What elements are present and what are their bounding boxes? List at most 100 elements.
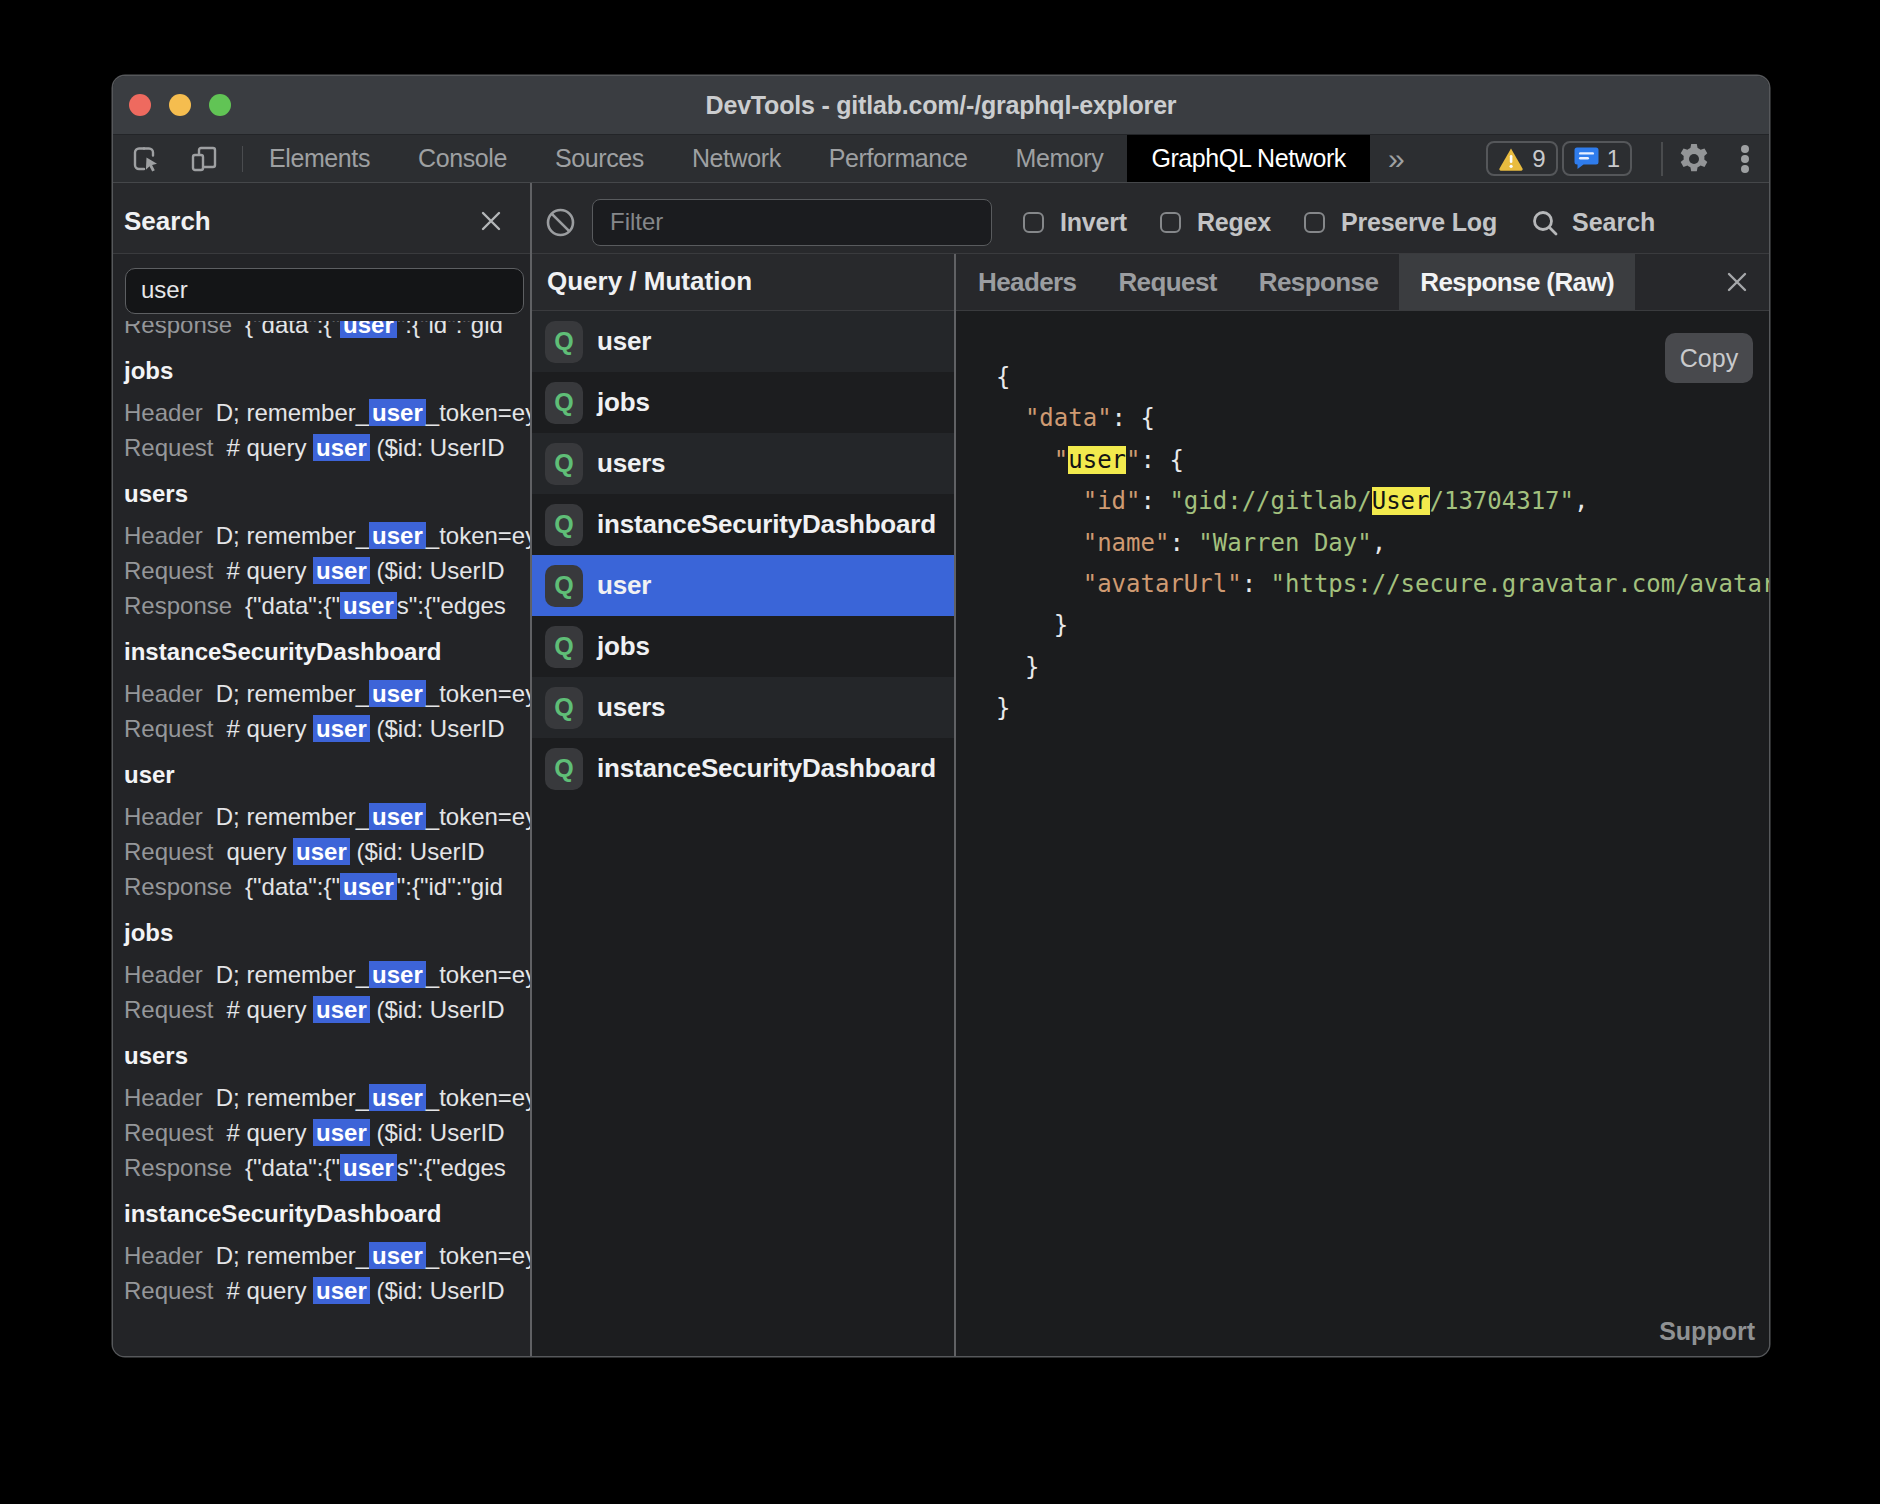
search-result-row[interactable]: HeaderD; remember_user_token=eyJhbGc <box>124 676 530 711</box>
search-panel-close-icon[interactable] <box>478 208 504 234</box>
search-result-label: Header <box>124 1084 203 1111</box>
json-line: } <box>996 605 1769 646</box>
tab-graphql-network[interactable]: GraphQL Network <box>1127 135 1370 182</box>
search-result-row[interactable]: Response{"data":{"users":{"edges <box>124 588 530 623</box>
kebab-menu-icon[interactable] <box>1735 142 1755 176</box>
query-row-label: user <box>597 570 651 601</box>
detail-tab-headers[interactable]: Headers <box>957 254 1097 310</box>
search-result-row[interactable]: Response {"data":{"user":{"id":"gid <box>124 321 530 342</box>
checkbox-box[interactable] <box>1023 212 1044 233</box>
raw-json[interactable]: { "data": { "user": { "id": "gid://gitla… <box>956 311 1769 1356</box>
search-result-label: Request <box>124 1277 213 1304</box>
detail-tab-request[interactable]: Request <box>1097 254 1237 310</box>
search-result-row[interactable]: Response{"data":{"user":{"id":"gid <box>124 869 530 904</box>
search-result-content: D; remember_user_token=eyJhbGc <box>216 1084 530 1111</box>
checkbox-box[interactable] <box>1160 212 1181 233</box>
query-row-instanceSecurityDashboard[interactable]: QinstanceSecurityDashboard <box>532 494 954 555</box>
search-result-group-title: users <box>124 476 530 511</box>
query-row-label: users <box>597 448 665 479</box>
search-result-group-title: instanceSecurityDashboard <box>124 1196 530 1231</box>
clear-icon[interactable] <box>545 207 576 238</box>
more-tabs-chevron[interactable]: » <box>1370 136 1423 182</box>
search-result-content: D; remember_user_token=eyJhbGc <box>216 1242 530 1269</box>
search-match-highlight: user <box>340 873 397 900</box>
query-row-user[interactable]: Quser <box>532 311 954 372</box>
search-result-row[interactable]: Request# query user ($id: UserID <box>124 711 530 746</box>
search-result-label: Response <box>124 873 232 900</box>
search-match-highlight: user <box>313 557 370 584</box>
warnings-badge[interactable]: 9 <box>1486 141 1557 176</box>
search-result-label: Response <box>124 1154 232 1181</box>
filter-input[interactable] <box>592 199 992 246</box>
toolbar-search-label: Search <box>1572 208 1655 237</box>
tab-elements[interactable]: Elements <box>245 135 394 182</box>
raw-response-view: { "data": { "user": { "id": "gid://gitla… <box>956 311 1769 1356</box>
json-line: "data": { <box>996 398 1769 439</box>
detail-tab-response-raw-[interactable]: Response (Raw) <box>1399 254 1635 310</box>
search-result-row[interactable]: Header D; remember_user_token=eyJhbGc <box>124 1238 530 1273</box>
query-type-badge: Q <box>545 321 583 363</box>
search-result-row[interactable]: HeaderD; remember_user_token=eyJhbGc <box>124 518 530 553</box>
tab-network[interactable]: Network <box>668 135 805 182</box>
search-result-row[interactable]: Header D; remember_user_token=eyJhbGc <box>124 1080 530 1115</box>
search-result-row[interactable]: Request# query user ($id: UserID <box>124 1115 530 1150</box>
search-result-row[interactable]: HeaderD; remember_user_token=eyJhbGc <box>124 799 530 834</box>
search-result-label: Request <box>124 557 213 584</box>
query-row-jobs[interactable]: Qjobs <box>532 616 954 677</box>
tab-console[interactable]: Console <box>394 135 531 182</box>
search-result-row[interactable]: Requestquery user ($id: UserID <box>124 834 530 869</box>
messages-badge[interactable]: 1 <box>1562 141 1632 176</box>
search-result-row[interactable]: Request# query user ($id: UserID <box>124 992 530 1027</box>
search-result-row[interactable]: Response{"data":{"users":{"edges <box>124 1150 530 1185</box>
query-row-users[interactable]: Qusers <box>532 433 954 494</box>
json-line: } <box>996 647 1769 688</box>
search-results[interactable]: Response{"data":{"user":{"id":"gidjobsHe… <box>113 321 530 1356</box>
search-result-label: Header <box>124 1242 203 1269</box>
search-match-highlight: user <box>313 434 370 461</box>
query-type-badge: Q <box>545 748 583 790</box>
search-match-highlight: user <box>340 1154 397 1181</box>
search-result-row[interactable]: HeaderD; remember_user_token=eyJhbGc <box>124 957 530 992</box>
query-row-jobs[interactable]: Qjobs <box>532 372 954 433</box>
query-list-panel: Query / Mutation QuserQjobsQusersQinstan… <box>532 254 954 1356</box>
search-result-row[interactable]: HeaderD; remember_user_token=eyJhbGc <box>124 395 530 430</box>
query-row-label: instanceSecurityDashboard <box>597 509 936 540</box>
tab-performance[interactable]: Performance <box>805 135 992 182</box>
inspect-element-icon[interactable] <box>130 143 162 175</box>
checkbox-invert[interactable]: Invert <box>1023 208 1127 237</box>
detail-tab-response[interactable]: Response <box>1238 254 1399 310</box>
titlebar[interactable]: DevTools - gitlab.com/-/graphql-explorer <box>113 76 1769 134</box>
search-icon <box>1530 208 1560 238</box>
gear-icon[interactable] <box>1677 142 1711 176</box>
checkbox-regex[interactable]: Regex <box>1160 208 1271 237</box>
query-row-users[interactable]: Qusers <box>532 677 954 738</box>
search-result-group-title: users <box>124 1038 530 1073</box>
support-link[interactable]: Support <box>1659 1317 1755 1346</box>
device-toolbar-icon[interactable] <box>188 143 220 175</box>
search-result-label: Response <box>124 321 232 338</box>
query-type-badge: Q <box>545 565 583 607</box>
query-row-label: users <box>597 692 665 723</box>
tab-sources[interactable]: Sources <box>531 135 668 182</box>
search-match-highlight: User <box>1372 487 1430 515</box>
search-input[interactable] <box>125 268 524 314</box>
detail-panel: HeadersRequestResponseResponse (Raw) { "… <box>956 254 1769 1356</box>
search-result-row[interactable]: Request# query user ($id: UserID <box>124 553 530 588</box>
search-result-content: {"data":{"user":{"id":"gid <box>245 321 503 338</box>
toolbar-search[interactable]: Search <box>1530 208 1655 238</box>
search-match-highlight: user <box>369 961 426 988</box>
query-type-badge: Q <box>545 687 583 729</box>
search-result-content: # query user ($id: UserID <box>226 1277 504 1304</box>
query-row-instanceSecurityDashboard[interactable]: QinstanceSecurityDashboard <box>532 738 954 799</box>
copy-button[interactable]: Copy <box>1665 333 1753 383</box>
search-result-row[interactable]: Request # query user ($id: UserID <box>124 1273 530 1308</box>
detail-panel-close-icon[interactable] <box>1724 269 1750 295</box>
tab-memory[interactable]: Memory <box>991 135 1127 182</box>
checkbox-preserve-log[interactable]: Preserve Log <box>1304 208 1497 237</box>
detail-tabs: HeadersRequestResponseResponse (Raw) <box>956 254 1769 311</box>
toolbar-divider <box>242 146 243 172</box>
query-row-user[interactable]: Quser <box>532 555 954 616</box>
checkbox-box[interactable] <box>1304 212 1325 233</box>
search-result-row[interactable]: Request# query user ($id: UserID <box>124 430 530 465</box>
search-match-highlight: user <box>369 680 426 707</box>
